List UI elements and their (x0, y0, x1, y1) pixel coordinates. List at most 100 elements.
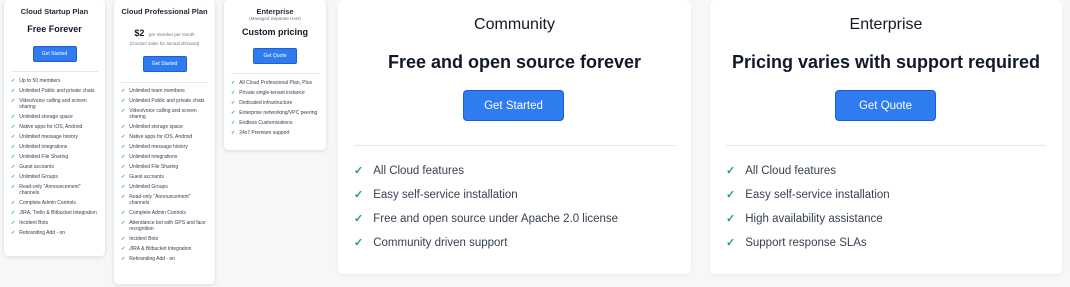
check-icon: ✓ (121, 108, 126, 114)
feature-text: Unlimited storage space (19, 114, 73, 120)
check-icon: ✓ (11, 210, 16, 216)
card-headline: Pricing varies with support required (731, 52, 1041, 72)
check-icon: ✓ (354, 189, 364, 201)
plan-subtitle: (Managed Separate Host) (249, 16, 301, 21)
check-icon: ✓ (11, 174, 16, 180)
check-icon: ✓ (121, 256, 126, 262)
check-icon: ✓ (354, 213, 364, 225)
check-icon: ✓ (121, 124, 126, 130)
check-icon: ✓ (231, 130, 236, 136)
check-icon: ✓ (121, 220, 126, 226)
feature-text: JIRA, Trello & Bitbucket Integration (19, 210, 97, 216)
feature-text: Read-only "Announcement" channels (129, 194, 191, 206)
check-icon: ✓ (121, 164, 126, 170)
feature-item: ✓ Attendance bot with GPS and face recogn… (121, 220, 210, 232)
feature-item: ✓ Unlimited Groups (11, 174, 100, 180)
check-icon: ✓ (11, 98, 16, 104)
feature-item: ✓ All Cloud features (726, 164, 890, 188)
plan-note: (Contact sales for annual discount) (129, 41, 200, 46)
professional-plan-card: Cloud Professional Plan $2 per member pe… (114, 0, 215, 284)
feature-text: Incident Bots (129, 236, 159, 242)
enterprise-plan-header: Enterprise (Managed Separate Host) Custo… (224, 0, 326, 64)
plan-price: $2 (134, 28, 145, 38)
check-icon: ✓ (121, 134, 126, 140)
check-icon: ✓ (121, 144, 126, 150)
check-icon: ✓ (726, 189, 736, 201)
enterprise-plan-card-small: Enterprise (Managed Separate Host) Custo… (224, 0, 326, 150)
check-icon: ✓ (11, 124, 16, 130)
feature-text: Easy self-service installation (373, 189, 518, 201)
feature-text: Unlimited message history (19, 134, 78, 140)
check-icon: ✓ (231, 110, 236, 116)
divider (121, 82, 208, 83)
feature-text: Enterprise networking/VPC peering (239, 110, 318, 116)
feature-item: ✓ Read-only "Announcement" channels (121, 194, 210, 206)
feature-item: ✓ Endless Customizations (231, 120, 321, 126)
feature-item: ✓ Incident Bots (121, 236, 210, 242)
feature-text: Incident Bots (19, 220, 49, 226)
enterprise-get-quote-button[interactable]: Get Quote (835, 90, 936, 121)
feature-item: ✓ Private single-tenant instance (231, 90, 321, 96)
feature-text: Native apps for iOS, Android (129, 134, 193, 140)
feature-text: Easy self-service installation (745, 189, 890, 201)
feature-item: ✓ Complete Admin Controls (11, 200, 100, 206)
feature-text: Unlimited integrations (19, 144, 68, 150)
check-icon: ✓ (121, 88, 126, 94)
feature-item: ✓ Rebranding Add - on (121, 256, 210, 262)
feature-text: Video/voice calling and screen sharing (129, 108, 197, 120)
feature-text: Unlimited Groups (129, 184, 168, 190)
feature-text: Guest accounts (19, 164, 54, 170)
feature-item: ✓ Unlimited Public and private chats (11, 88, 100, 94)
divider (726, 145, 1046, 146)
check-icon: ✓ (231, 120, 236, 126)
feature-item: ✓ All Cloud features (354, 164, 618, 188)
feature-text: Up to 50 members (19, 78, 61, 84)
feature-item: ✓ Complete Admin Controls (121, 210, 210, 216)
plan-price: Free Forever (27, 24, 82, 34)
check-icon: ✓ (121, 246, 126, 252)
divider (231, 73, 319, 74)
feature-item: ✓ Native apps for iOS, Android (121, 134, 210, 140)
feature-item: ✓ Unlimited storage space (121, 124, 210, 130)
feature-text: Private single-tenant instance (239, 90, 305, 96)
feature-item: ✓ Support response SLAs (726, 236, 890, 260)
check-icon: ✓ (11, 164, 16, 170)
feature-item: ✓ Community driven support (354, 236, 618, 260)
check-icon: ✓ (11, 184, 16, 190)
feature-item: ✓ Read-only "Announcement" channels (11, 184, 100, 196)
check-icon: ✓ (231, 100, 236, 106)
community-get-started-button[interactable]: Get Started (463, 90, 564, 121)
enterprise-get-quote-button-small[interactable]: Get Quote (253, 48, 297, 64)
plan-title: Cloud Startup Plan (20, 7, 89, 16)
feature-text: High availability assistance (745, 213, 883, 225)
feature-text: Unlimited team members (129, 88, 185, 94)
feature-text: Unlimited Public and private chats (19, 88, 95, 94)
feature-text: Guest accounts (129, 174, 164, 180)
enterprise-small-feature-list: ✓ All Cloud Professional Plan, Plus ✓ Priva… (224, 80, 326, 136)
feature-item: ✓ Up to 50 members (11, 78, 100, 84)
price-unit: per member per month (148, 32, 195, 37)
card-title: Community (474, 16, 555, 33)
check-icon: ✓ (354, 165, 364, 177)
feature-text: Unlimited File Sharing (19, 154, 69, 160)
feature-item: ✓ Unlimited integrations (11, 144, 100, 150)
check-icon: ✓ (121, 98, 126, 104)
feature-text: Free and open source under Apache 2.0 li… (373, 213, 619, 225)
feature-item: ✓ Rebranding Add - on (11, 230, 100, 236)
professional-feature-list: ✓ Unlimited team members ✓ Unlimited Public… (114, 88, 215, 262)
feature-item: ✓ Unlimited storage space (11, 114, 100, 120)
feature-item: ✓ Unlimited File Sharing (11, 154, 100, 160)
feature-text: Complete Admin Controls (129, 210, 186, 216)
feature-item: ✓ Dedicated infrastructure (231, 100, 321, 106)
feature-item: ✓ Unlimited integrations (121, 154, 210, 160)
feature-item: ✓ Easy self-service installation (726, 188, 890, 212)
feature-item: ✓ Native apps for iOS, Android (11, 124, 100, 130)
check-icon: ✓ (11, 220, 16, 226)
check-icon: ✓ (231, 80, 236, 86)
startup-get-started-button[interactable]: Get Started (32, 46, 77, 62)
feature-item: ✓ JIRA, Trello & Bitbucket Integration (11, 210, 100, 216)
feature-text: Unlimited Groups (19, 174, 58, 180)
feature-text: Dedicated infrastructure (239, 100, 293, 106)
feature-text: Video/voice calling and screen sharing (19, 98, 87, 110)
professional-get-started-button[interactable]: Get Started (142, 56, 187, 72)
